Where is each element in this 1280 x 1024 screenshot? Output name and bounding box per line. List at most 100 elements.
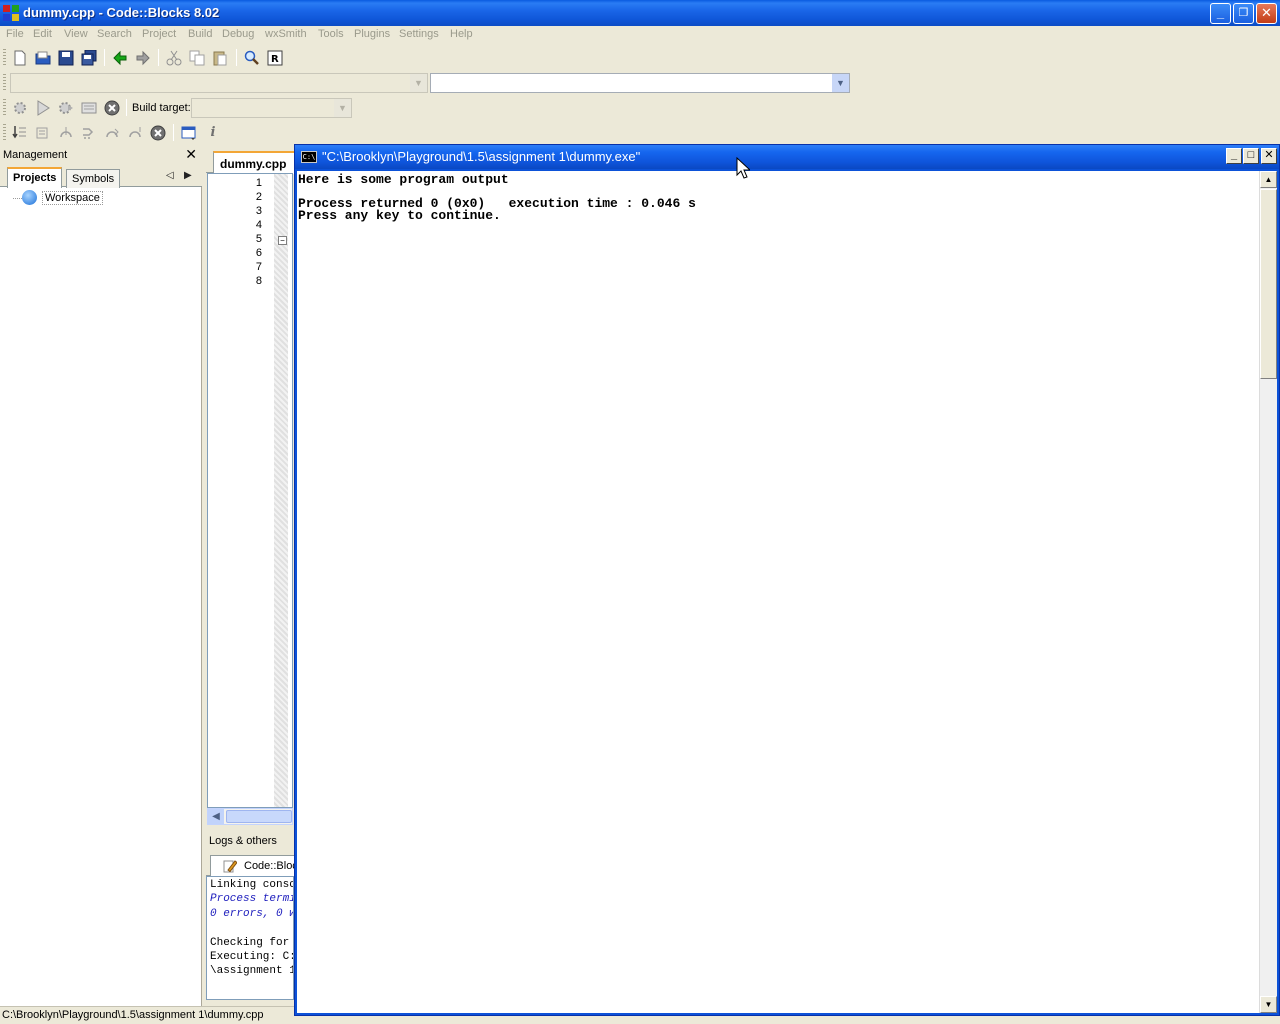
scope-combo[interactable]: ▼ — [10, 73, 428, 93]
editor-horizontal-scrollbar[interactable]: ◀ — [207, 808, 293, 825]
toolbar-grip[interactable] — [3, 74, 6, 90]
chevron-down-icon[interactable]: ▼ — [334, 99, 351, 117]
code-editor[interactable]: 1 2 3 4 5 6 7 8 − — [207, 173, 293, 808]
function-combo[interactable]: ▼ — [430, 73, 850, 93]
log-line: Process terminated with status 0 — [210, 893, 294, 905]
tab-symbols[interactable]: Symbols — [66, 169, 121, 188]
tab-dummy-cpp[interactable]: dummy.cpp — [213, 151, 297, 174]
tab-scroll-right-icon[interactable]: ▶ — [184, 170, 192, 181]
menu-view[interactable]: View — [64, 28, 88, 40]
rebuild-icon[interactable] — [81, 100, 97, 116]
fold-margin[interactable] — [274, 174, 288, 807]
menu-tools[interactable]: Tools — [318, 28, 344, 40]
paste-icon[interactable] — [212, 50, 228, 66]
build-target-combo[interactable]: ▼ — [191, 98, 352, 118]
toolbar-grip[interactable] — [3, 49, 6, 65]
build-and-run-icon[interactable] — [58, 100, 74, 116]
chevron-down-icon[interactable]: ▼ — [832, 74, 849, 92]
menu-help[interactable]: Help — [450, 28, 473, 40]
tree-item-label: Workspace — [42, 191, 103, 205]
console-maximize-button[interactable]: □ — [1243, 148, 1259, 164]
cut-icon[interactable] — [166, 50, 182, 66]
scroll-up-icon[interactable]: ▲ — [1260, 171, 1277, 188]
debug-stop-icon[interactable] — [150, 125, 166, 141]
logs-tabbar: Code::Blocks — [206, 852, 296, 876]
debug-next-instruction-icon[interactable] — [81, 125, 97, 141]
log-line: Checking for existence — [210, 937, 290, 949]
scrollbar-thumb[interactable] — [226, 810, 292, 823]
restore-button[interactable]: ❐ — [1233, 3, 1254, 24]
line-number: 4 — [255, 219, 262, 231]
menu-build[interactable]: Build — [188, 28, 212, 40]
console-close-button[interactable]: ✕ — [1261, 148, 1277, 164]
line-number: 2 — [255, 191, 262, 203]
line-number: 6 — [255, 247, 262, 259]
scroll-left-icon[interactable]: ◀ — [208, 809, 224, 824]
window-title: dummy.cpp - Code::Blocks 8.02 — [23, 5, 220, 20]
info-icon[interactable]: i — [205, 125, 221, 141]
save-all-icon[interactable] — [81, 50, 97, 66]
scroll-down-icon[interactable]: ▼ — [1260, 996, 1277, 1013]
menu-search[interactable]: Search — [97, 28, 132, 40]
redo-icon[interactable] — [135, 50, 151, 66]
copy-icon[interactable] — [189, 50, 205, 66]
debug-run-to-cursor-icon[interactable] — [12, 125, 28, 141]
fold-minus-icon[interactable]: − — [278, 236, 287, 245]
build-log[interactable]: Linking console executable Process termi… — [206, 876, 294, 1000]
menu-debug[interactable]: Debug — [222, 28, 254, 40]
find-icon[interactable] — [244, 50, 260, 66]
console-vertical-scrollbar[interactable]: ▲ ▼ — [1259, 171, 1277, 1013]
console-window[interactable]: C:\ "C:\Brooklyn\Playground\1.5\assignme… — [294, 144, 1280, 1016]
console-output[interactable]: Here is some program output Process retu… — [297, 171, 1259, 1013]
close-button[interactable]: ✕ — [1256, 3, 1277, 24]
minimize-button[interactable]: _ — [1210, 3, 1231, 24]
debug-step-out-icon[interactable] — [104, 125, 120, 141]
tab-codeblocks-log[interactable]: Code::Blocks — [210, 855, 296, 876]
console-line: Press any key to continue. — [298, 208, 501, 223]
management-tabs: Projects Symbols ◁ ▶ — [0, 165, 202, 188]
status-file-path: C:\Brooklyn\Playground\1.5\assignment 1\… — [2, 1009, 264, 1021]
management-panel: Management ✕ Projects Symbols ◁ ▶ Worksp… — [0, 145, 202, 1007]
debugger-toolbar: i — [0, 121, 230, 145]
codeblocks-app-icon[interactable] — [3, 5, 19, 21]
main-title-bar[interactable]: dummy.cpp - Code::Blocks 8.02 _ ❐ ✕ — [0, 0, 1280, 26]
tab-scroll-left-icon[interactable]: ◁ — [166, 170, 174, 181]
chevron-down-icon[interactable]: ▼ — [410, 74, 427, 92]
workspace-icon — [22, 190, 37, 205]
tab-projects[interactable]: Projects — [7, 167, 63, 188]
menu-file[interactable]: File — [6, 28, 24, 40]
replace-icon[interactable]: R — [267, 50, 283, 66]
toolbar-grip[interactable] — [3, 124, 6, 140]
pencil-icon — [223, 860, 237, 873]
debug-windows-icon[interactable] — [181, 125, 197, 141]
debug-next-line-icon[interactable] — [35, 125, 51, 141]
menu-wxsmith[interactable]: wxSmith — [265, 28, 307, 40]
build-gear-icon[interactable] — [12, 100, 28, 116]
undo-icon[interactable] — [112, 50, 128, 66]
debug-step-out-arrow-icon[interactable] — [127, 125, 143, 141]
debug-step-into-icon[interactable] — [58, 125, 74, 141]
line-number: 7 — [255, 261, 262, 273]
console-minimize-button[interactable]: _ — [1226, 148, 1242, 164]
toolbar-grip[interactable] — [3, 99, 6, 115]
management-header: Management ✕ — [0, 145, 202, 165]
open-folder-icon[interactable] — [35, 50, 51, 66]
console-title-bar[interactable]: C:\ "C:\Brooklyn\Playground\1.5\assignme… — [295, 145, 1279, 169]
menu-project[interactable]: Project — [142, 28, 176, 40]
close-icon[interactable]: ✕ — [185, 146, 197, 163]
logs-title: Logs & others — [209, 835, 277, 847]
log-line: Executing: C:\Brooklyn — [210, 951, 293, 963]
save-icon[interactable] — [58, 50, 74, 66]
new-file-icon[interactable] — [12, 50, 28, 66]
log-line: 0 errors, 0 warnings — [210, 908, 293, 920]
run-icon[interactable] — [35, 100, 51, 116]
menu-plugins[interactable]: Plugins — [354, 28, 390, 40]
compiler-toolbar: Build target: ▼ — [0, 96, 354, 120]
line-number: 1 — [255, 177, 262, 189]
line-number-gutter: 1 2 3 4 5 6 7 8 — [208, 174, 274, 807]
menu-edit[interactable]: Edit — [33, 28, 52, 40]
menu-settings[interactable]: Settings — [399, 28, 439, 40]
console-icon[interactable]: C:\ — [301, 151, 317, 163]
abort-icon[interactable] — [104, 100, 120, 116]
scrollbar-thumb[interactable] — [1260, 189, 1277, 379]
